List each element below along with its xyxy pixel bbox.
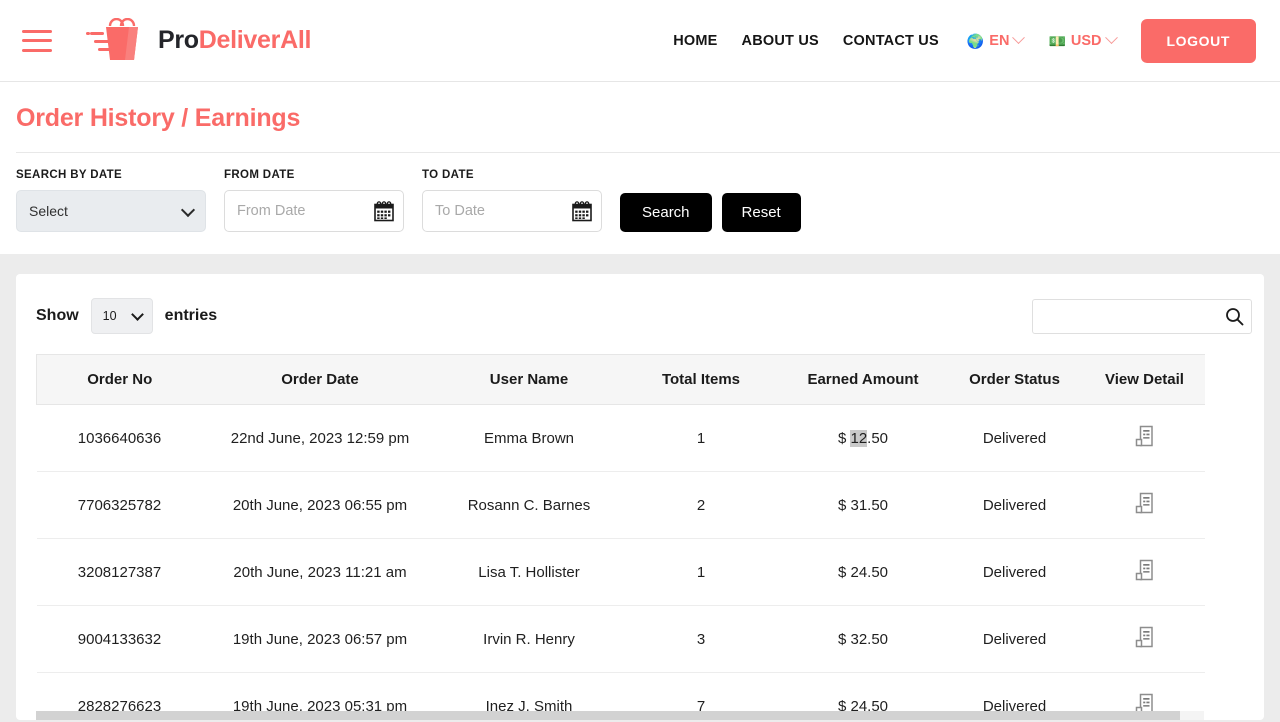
- cell-order-no: 1036640636: [36, 404, 203, 472]
- cell-order-status: Delivered: [944, 605, 1085, 673]
- nav-link-about-us[interactable]: ABOUT US: [730, 33, 831, 49]
- hamburger-menu-icon[interactable]: [22, 29, 52, 52]
- column-header-total-items[interactable]: Total Items: [620, 354, 782, 405]
- table-search-input[interactable]: [1032, 298, 1252, 334]
- column-header-view-detail[interactable]: View Detail: [1084, 354, 1205, 405]
- cell-user-name: Lisa T. Hollister: [437, 538, 621, 606]
- to-date-group: TO DATE: [422, 169, 602, 232]
- cell-order-status: Delivered: [944, 404, 1085, 472]
- table-controls: Show 10 entries: [36, 298, 1252, 354]
- language-selector-label: EN: [989, 32, 1010, 49]
- from-date-input[interactable]: [224, 190, 404, 232]
- cell-total-items: 1: [620, 538, 782, 606]
- cell-total-items: 1: [620, 404, 782, 472]
- table-row[interactable]: 1036640636 22nd June, 2023 12:59 pm Emma…: [36, 404, 1205, 472]
- table-scroll-container[interactable]: Order No Order Date User Name Total Item…: [36, 354, 1244, 720]
- order-history-table: Order No Order Date User Name Total Item…: [36, 354, 1205, 720]
- page-length-select[interactable]: 10: [90, 298, 153, 334]
- cell-earned-amount: $ 24.50: [781, 538, 945, 606]
- shopping-bag-delivery-logo-icon: [86, 17, 138, 60]
- cell-total-items: 2: [620, 471, 782, 539]
- earned-amount-decimals: .50: [867, 429, 889, 447]
- money-icon: 💵: [1048, 32, 1066, 49]
- brand-name-rest: DeliverAll: [198, 26, 312, 54]
- receipt-document-icon[interactable]: [1134, 558, 1156, 582]
- page-title-section: Order History / Earnings: [0, 82, 1280, 153]
- search-by-date-label: SEARCH BY DATE: [16, 169, 123, 181]
- currency-selector[interactable]: 💵 USD: [1032, 31, 1124, 49]
- cell-total-items: 3: [620, 605, 782, 673]
- globe-icon: 🌍: [966, 32, 985, 49]
- table-search: [1032, 298, 1252, 334]
- column-header-order-status[interactable]: Order Status: [944, 354, 1085, 405]
- table-row[interactable]: 3208127387 20th June, 2023 11:21 am Lisa…: [36, 538, 1205, 606]
- entries-label: entries: [164, 307, 218, 324]
- currency-selector-label: USD: [1070, 32, 1102, 49]
- column-header-order-no[interactable]: Order No: [36, 354, 203, 405]
- cell-order-no: 7706325782: [36, 471, 203, 539]
- receipt-document-icon[interactable]: [1134, 491, 1156, 515]
- nav-link-home[interactable]: HOME: [661, 33, 729, 49]
- page-length-control: Show 10 entries: [36, 298, 217, 334]
- scrollbar-thumb[interactable]: [36, 711, 1180, 720]
- chevron-down-icon: [1104, 31, 1118, 45]
- page-body: Show 10 entries Order No Order Date User…: [0, 254, 1280, 720]
- search-by-date-group: SEARCH BY DATE Select: [16, 169, 206, 232]
- table-header-row: Order No Order Date User Name Total Item…: [36, 354, 1205, 405]
- show-label: Show: [36, 307, 79, 324]
- receipt-document-icon[interactable]: [1134, 424, 1156, 448]
- cell-user-name: Irvin R. Henry: [437, 605, 621, 673]
- cell-user-name: Rosann C. Barnes: [437, 471, 621, 539]
- cell-user-name: Emma Brown: [437, 404, 621, 472]
- logout-button[interactable]: LOGOUT: [1140, 18, 1256, 63]
- column-header-earned-amount[interactable]: Earned Amount: [781, 354, 945, 405]
- top-header-bar: ProDeliverAll HOME ABOUT US CONTACT US 🌍…: [0, 0, 1280, 82]
- cell-earned-amount: $ 31.50: [781, 471, 945, 539]
- cell-order-status: Delivered: [944, 471, 1085, 539]
- table-body: 1036640636 22nd June, 2023 12:59 pm Emma…: [36, 404, 1205, 720]
- cell-order-date: 20th June, 2023 06:55 pm: [202, 471, 438, 539]
- brand-name: ProDeliverAll: [158, 26, 311, 55]
- brand-logo[interactable]: ProDeliverAll: [84, 17, 311, 64]
- receipt-document-icon[interactable]: [1134, 625, 1156, 649]
- hamburger-bar: [22, 29, 52, 33]
- earned-currency-symbol: $: [837, 429, 847, 447]
- selected-text-highlight: 12: [850, 429, 868, 447]
- cell-order-no: 3208127387: [36, 538, 203, 606]
- cell-order-status: Delivered: [944, 538, 1085, 606]
- filter-bar: SEARCH BY DATE Select FROM DATE From Dat…: [0, 153, 1280, 254]
- cell-order-no: 9004133632: [36, 605, 203, 673]
- from-date-group: FROM DATE: [224, 169, 404, 232]
- cell-order-date: 20th June, 2023 11:21 am: [202, 538, 438, 606]
- from-date-label: FROM DATE: [224, 169, 295, 181]
- cell-order-date: 22nd June, 2023 12:59 pm: [202, 404, 438, 472]
- page-title: Order History / Earnings: [16, 104, 301, 132]
- horizontal-scrollbar[interactable]: [36, 711, 1204, 720]
- main-navigation: HOME ABOUT US CONTACT US 🌍 EN 💵 USD LOGO…: [661, 18, 1256, 63]
- hamburger-bar: [22, 48, 52, 52]
- to-date-label: TO DATE: [422, 169, 474, 181]
- order-history-card: Show 10 entries Order No Order Date User…: [16, 274, 1264, 720]
- search-button[interactable]: Search: [620, 193, 712, 232]
- language-selector[interactable]: 🌍 EN: [951, 31, 1033, 49]
- nav-link-contact-us[interactable]: CONTACT US: [831, 33, 951, 49]
- table-header: Order No Order Date User Name Total Item…: [36, 354, 1205, 405]
- to-date-input[interactable]: [422, 190, 602, 232]
- search-by-date-select[interactable]: Select: [16, 190, 206, 232]
- reset-button[interactable]: Reset: [721, 193, 801, 232]
- brand-name-first: Pro: [158, 26, 199, 54]
- hamburger-bar: [22, 39, 52, 42]
- cell-order-date: 19th June, 2023 06:57 pm: [202, 605, 438, 673]
- table-row[interactable]: 9004133632 19th June, 2023 06:57 pm Irvi…: [36, 605, 1205, 673]
- cell-earned-amount: $ 32.50: [781, 605, 945, 673]
- cell-earned-amount: $ 12.50: [781, 404, 945, 472]
- table-row[interactable]: 7706325782 20th June, 2023 06:55 pm Rosa…: [36, 471, 1205, 539]
- chevron-down-icon: [1012, 31, 1026, 45]
- column-header-order-date[interactable]: Order Date: [202, 354, 438, 405]
- column-header-user-name[interactable]: User Name: [437, 354, 621, 405]
